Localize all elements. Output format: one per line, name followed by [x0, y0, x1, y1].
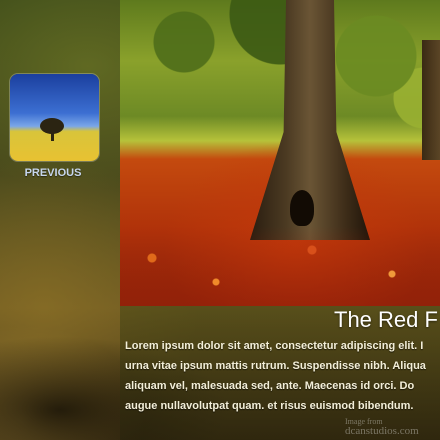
previous-button[interactable]: PREVIOUS [0, 167, 106, 179]
caption-line-3: aliquam vel, malesuada sed, ante. Maecen… [125, 380, 415, 392]
fallen-leaves [120, 226, 440, 306]
image-credit-site: dcanstudios.com [345, 425, 419, 437]
main-slide-image [120, 0, 440, 306]
slide-title: The Red F [334, 307, 438, 332]
tree-hollow [290, 190, 314, 226]
background-tree-trunk [422, 40, 440, 160]
caption-line-2: urna vitae ipsum mattis rutrum. Suspendi… [125, 360, 426, 372]
caption-line-4: augue nullavolutpat quam. et risus euism… [125, 400, 414, 412]
tree-foliage [120, 0, 440, 140]
previous-slide-thumbnail[interactable] [10, 74, 99, 161]
caption-line-1: Lorem ipsum dolor sit amet, consectetur … [125, 340, 424, 352]
thumbnail-tree-trunk [51, 129, 54, 141]
